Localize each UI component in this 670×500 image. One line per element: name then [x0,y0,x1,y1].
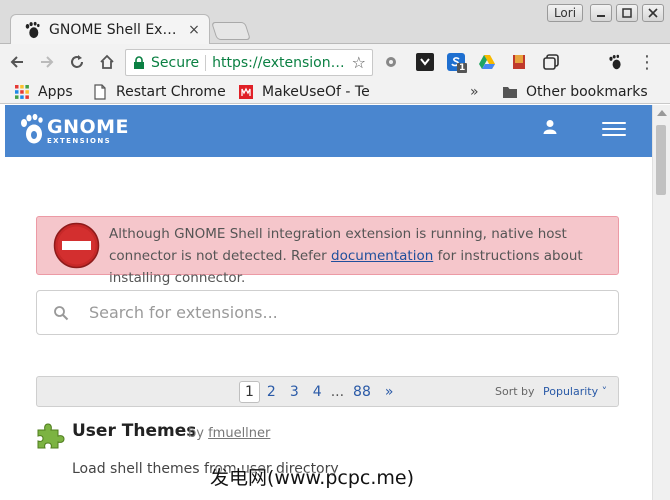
gnome-foot-icon [609,54,621,70]
bookmark-label: Apps [38,84,73,100]
page-next[interactable]: » [378,381,401,403]
tab-close-icon[interactable]: × [187,22,201,38]
apps-grid-icon [15,85,29,99]
book-icon [513,55,525,69]
close-window-button[interactable] [642,4,664,22]
arrow-left-icon [10,56,23,68]
browser-toolbar: Secure https://extensions.gnome.org ☆ 1 … [0,44,670,80]
search-icon [54,305,69,320]
bookmark-star-icon[interactable]: ☆ [352,53,366,72]
page-last[interactable]: 88 [346,381,378,403]
extension-author-line: by fmuellner [188,426,270,441]
puzzle-piece-icon [37,423,65,449]
skype-extension-icon[interactable]: 1 [447,53,468,73]
watermark-prefix: 发电网 [210,467,268,489]
pocket-extension-icon[interactable] [416,53,434,71]
home-icon [100,54,114,69]
page-icon [94,84,106,100]
bookmark-apps[interactable]: Apps [14,82,73,102]
copy-icon [543,54,559,70]
no-entry-icon [53,222,100,269]
arrow-right-icon [41,56,54,68]
author-link[interactable]: fmuellner [208,426,270,441]
gear-icon [386,57,396,67]
page-2[interactable]: 2 [260,381,283,403]
page-ellipsis: ... [330,384,345,400]
maximize-icon [622,8,632,18]
new-tab-button[interactable] [211,22,251,40]
extension-search-box[interactable] [36,290,619,335]
folder-icon [503,87,517,98]
close-icon [648,8,658,18]
settings-extension-icon[interactable] [382,53,400,71]
page-links: 1 2 3 4 ... 88 » [239,380,400,404]
connector-alert: Although GNOME Shell integration extensi… [36,216,619,286]
pagination-bar: 1 2 3 4 ... 88 » Sort by Popularity ˅ [36,376,619,407]
drive-icon [479,55,495,69]
reload-button[interactable] [64,49,90,75]
bookmark-restart-chrome[interactable]: Restart Chrome [92,82,226,102]
gnome-extension-icon[interactable] [606,53,624,71]
gnome-foot-icon [21,113,43,144]
search-input[interactable] [87,302,567,323]
reload-icon [71,55,83,68]
gnome-foot-icon [25,21,40,39]
bookmark-makeuseof[interactable]: MakeUseOf - Te [238,82,372,102]
bookmark-label: Other bookmarks [526,84,648,100]
page-1[interactable]: 1 [239,381,260,403]
other-bookmarks[interactable]: Other bookmarks [502,82,648,102]
alert-message: Although GNOME Shell integration extensi… [109,223,614,289]
bookmarks-overflow-button[interactable]: » [470,82,479,102]
watermark-text: (www.pcpc.me) [267,467,415,489]
page-3[interactable]: 3 [283,381,306,403]
scrollbar-thumb[interactable] [656,125,666,195]
sort-dropdown[interactable]: Popularity ˅ [543,385,607,398]
pocket-icon [420,58,430,66]
user-icon[interactable] [543,119,557,135]
bookmark-extension-icon[interactable] [510,53,528,71]
hamburger-menu-icon[interactable] [602,122,626,140]
lock-icon [134,55,144,69]
page-4[interactable]: 4 [306,381,329,403]
tab-strip: GNOME Shell Extensions × Lori [0,0,670,45]
watermark: 发电网(www.pcpc.me) [210,463,414,490]
minimize-icon [597,15,605,17]
extension-badge: 1 [457,63,468,73]
back-button[interactable] [4,49,30,75]
makeuseof-logo-icon [239,85,253,99]
url-text[interactable]: https://extensions.gnome.org [212,55,350,71]
sort-label: Sort by [495,385,535,398]
logo-subtitle: EXTENSIONS [47,137,112,145]
scroll-up-arrow-icon[interactable] [657,110,667,116]
documentation-link[interactable]: documentation [331,248,433,264]
logo-name: GNOME [47,116,130,138]
extension-title-link[interactable]: User Themes [72,421,196,441]
gnome-extensions-logo[interactable]: GNOME EXTENSIONS [19,113,129,145]
tab-title: GNOME Shell Extensions [49,22,181,38]
profile-button[interactable]: Lori [547,4,583,22]
bookmark-label: MakeUseOf - Te [262,84,370,100]
site-header: GNOME EXTENSIONS [5,105,652,157]
chrome-menu-icon[interactable]: ⋮ [638,52,656,73]
address-separator [205,54,207,71]
forward-button[interactable] [34,49,60,75]
tab-gnome-extensions[interactable]: GNOME Shell Extensions × [10,14,210,45]
minimize-button[interactable] [590,4,612,22]
page-content: GNOME EXTENSIONS Although GNOME Shell in… [0,105,652,500]
page-scrollbar[interactable] [652,105,670,500]
home-button[interactable] [94,49,120,75]
bookmark-label: Restart Chrome [116,84,226,100]
address-bar[interactable]: Secure https://extensions.gnome.org ☆ [125,49,373,76]
tabs-extension-icon[interactable] [542,53,560,71]
by-label: by [188,426,204,441]
secure-label: Secure [151,54,200,71]
maximize-button[interactable] [616,4,638,22]
google-drive-extension-icon[interactable] [478,53,496,71]
bookmarks-bar: Apps Restart Chrome MakeUseOf - Te » Oth… [0,80,670,104]
